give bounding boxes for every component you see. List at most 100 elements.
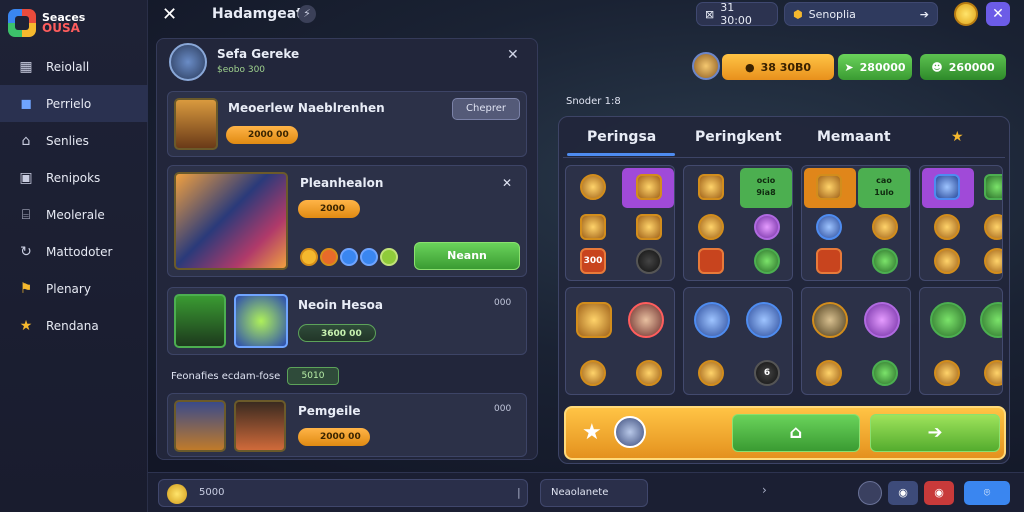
coin-icon — [580, 174, 606, 200]
sidebar-item-label: Reiolall — [46, 59, 90, 74]
gem-icon — [300, 248, 318, 266]
sidebar-item-1[interactable]: ▦ Reiolall — [0, 48, 148, 85]
controller-button[interactable]: ◉ — [888, 481, 918, 505]
card-button[interactable]: Neann — [414, 242, 520, 270]
card-pill: 3600 00 — [298, 324, 376, 342]
panel-close-icon[interactable]: ✕ — [507, 47, 519, 63]
card-close-icon[interactable]: ✕ — [502, 176, 512, 190]
card-button[interactable]: Cheprer — [452, 98, 520, 120]
player-avatar[interactable] — [169, 43, 207, 81]
next-button[interactable]: ➔ — [870, 414, 1000, 452]
reward-cell[interactable]: ocio 9ia8 — [683, 165, 793, 281]
map-pin-button[interactable]: ⌾ — [964, 481, 1010, 505]
gem-icon — [360, 248, 378, 266]
hero-card[interactable]: Pleanhealon ✕ 2000 Neann — [167, 165, 527, 277]
reward-cell[interactable]: 300 — [565, 165, 675, 281]
gamepad-button[interactable]: ◉ — [924, 481, 954, 505]
app-logo[interactable]: Seaces OUSA — [8, 6, 138, 40]
reward-cell[interactable]: 6 — [683, 287, 793, 395]
hero-portrait — [234, 294, 288, 348]
lightning-icon[interactable]: ⚡ — [298, 5, 316, 23]
settings-button[interactable] — [858, 481, 882, 505]
hero-portrait — [174, 172, 288, 270]
token-icon — [636, 248, 662, 274]
sidebar-item-4[interactable]: ▣ Renipoks — [0, 159, 148, 196]
timer-pill[interactable]: ⊠ 31 30:00 — [696, 1, 778, 27]
reward-cell[interactable] — [801, 287, 911, 395]
sidebar: Seaces OUSA ▦ Reiolall ◼ Perrielo ⌂ Senl… — [0, 0, 148, 512]
star-icon[interactable]: ★ — [582, 420, 602, 445]
card-pill: 2000 — [298, 200, 360, 218]
reward-cell[interactable]: cao 1ulo — [801, 165, 911, 281]
sidebar-item-8[interactable]: ★ Rendana — [0, 307, 148, 344]
top-bar: ✕ Hadamgeat ⚡ ⊠ 31 30:00 ⬢ Senoplia ➔ ✕ — [148, 0, 1024, 30]
home-button[interactable]: ⌂ — [732, 414, 860, 452]
hero-card[interactable]: Neoin Hesoa 000 3600 00 — [167, 287, 527, 355]
sidebar-item-2[interactable]: ◼ Perrielo — [0, 85, 148, 122]
chest-icon — [816, 248, 842, 274]
hero-icon — [746, 302, 782, 338]
sidebar-item-label: Perrielo — [46, 96, 92, 111]
tab-2[interactable]: Peringkent — [695, 129, 782, 145]
sidebar-item-label: Mattodoter — [46, 244, 113, 259]
caret-icon: | — [517, 486, 521, 499]
token-value: 6 — [763, 368, 771, 378]
shield-icon: ⬢ — [793, 7, 803, 21]
card-side-value: 000 — [494, 404, 512, 414]
coin-icon — [167, 484, 187, 504]
hero-avatar[interactable] — [614, 416, 646, 448]
sidebar-item-6[interactable]: ↻ Mattodoter — [0, 233, 148, 270]
amount-input[interactable]: 5000 | — [158, 479, 528, 507]
reward-cell[interactable] — [919, 165, 1003, 281]
close-window-button[interactable]: ✕ — [986, 2, 1010, 26]
tile-text-2: 1ulo — [874, 188, 894, 197]
shield-icon — [636, 174, 662, 200]
hero-card[interactable]: Pemgeile 000 2000 00 — [167, 393, 527, 457]
hero-card[interactable]: Meoerlew Naeblrenhen 2000 00 Cheprer — [167, 91, 527, 157]
resource-avatar[interactable] — [692, 52, 720, 80]
sidebar-item-7[interactable]: ⚑ Plenary — [0, 270, 148, 307]
tab-star-icon[interactable]: ★ — [951, 129, 964, 145]
region-dropdown[interactable]: ⬢ Senoplia ➔ — [784, 2, 938, 26]
hero-portrait — [174, 98, 218, 150]
gem-icon — [340, 248, 358, 266]
section-chip[interactable]: 5010 — [287, 367, 339, 385]
star-icon — [934, 360, 960, 386]
clock-icon: ⊠ — [705, 7, 715, 21]
monitor-icon: ▣ — [19, 169, 33, 186]
filter-select[interactable]: Neaolanete — [540, 479, 648, 507]
cube-icon: ◼ — [20, 95, 32, 112]
tab-3[interactable]: Memaant — [817, 129, 891, 145]
shield-icon — [816, 174, 842, 200]
sidebar-item-label: Meolerale — [46, 207, 105, 222]
token-icon — [872, 248, 898, 274]
gem-counter[interactable]: ➤ 280000 — [838, 54, 912, 80]
star-icon — [698, 360, 724, 386]
gem-icon — [320, 248, 338, 266]
chevron-right-icon[interactable]: › — [762, 483, 767, 497]
coin-button[interactable] — [954, 2, 978, 26]
gem-icon — [380, 248, 398, 266]
energy-counter[interactable]: ☻ 260000 — [920, 54, 1006, 80]
tile-text-1: cao — [876, 176, 892, 185]
section-label: Snoder 1:8 — [566, 96, 621, 107]
hero-icon — [812, 302, 848, 338]
reward-cell[interactable] — [919, 287, 1003, 395]
close-icon[interactable]: ✕ — [162, 4, 177, 25]
tab-1[interactable]: Peringsa — [587, 129, 656, 145]
grid-icon: ▦ — [19, 58, 33, 75]
sidebar-item-3[interactable]: ⌂ Senlies — [0, 122, 148, 159]
energy-value: 260000 — [948, 60, 995, 74]
gold-counter[interactable]: ● 38 30B0 — [722, 54, 834, 80]
player-name: Sefa Gereke — [217, 47, 300, 61]
house-icon: ⌂ — [21, 132, 31, 149]
hero-portrait — [234, 400, 286, 452]
shield-icon — [636, 214, 662, 240]
logo-text-2: OUSA — [42, 21, 80, 35]
page-title: Hadamgeat — [212, 6, 303, 22]
shield-icon — [984, 174, 1002, 200]
sidebar-item-5[interactable]: ⌸ Meolerale — [0, 196, 148, 233]
bottom-bar: 5000 | Neaolanete › ◉ ◉ ⌾ — [148, 472, 1024, 512]
reward-cell[interactable] — [565, 287, 675, 395]
gem-icon — [698, 174, 724, 200]
